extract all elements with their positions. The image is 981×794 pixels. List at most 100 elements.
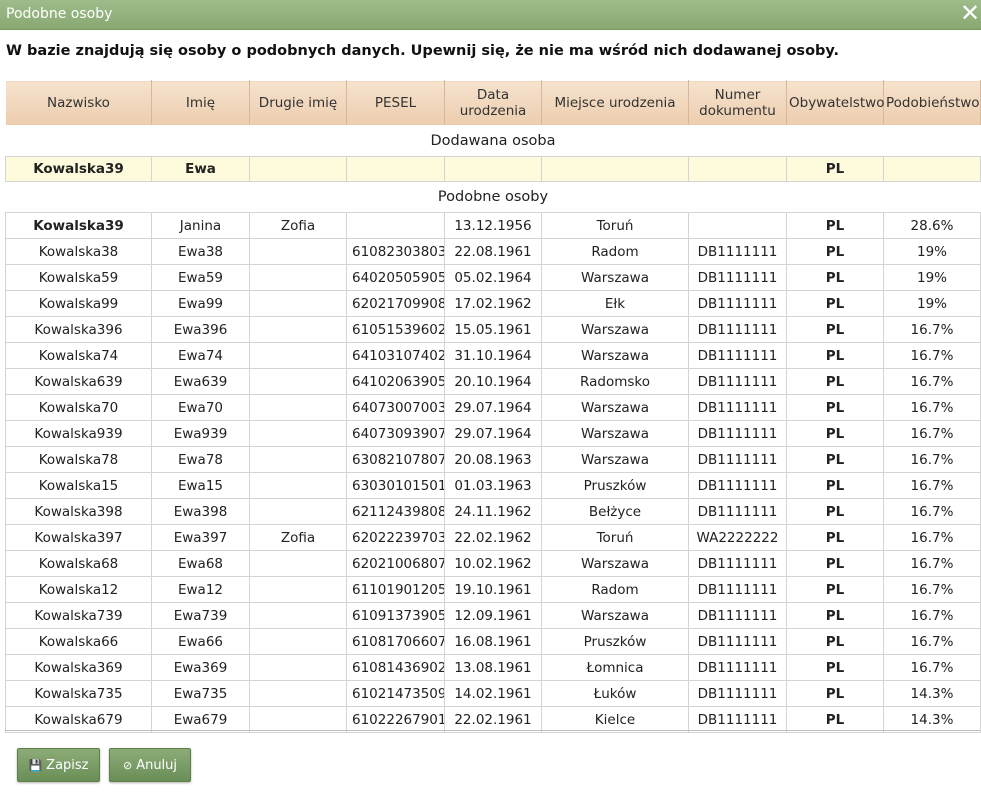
cell-birth-place: Bełżyce xyxy=(541,498,689,525)
table-row[interactable]: Kowalska369 Ewa369 61081436902 13.08.1961 Ło… xyxy=(5,654,981,681)
cell-pesel: 62021006807 xyxy=(346,550,445,577)
cell-pesel: 61021473509 xyxy=(346,680,445,707)
table-row[interactable]: Kowalska639 Ewa639 64102063905 20.10.1964 Ra… xyxy=(5,368,981,395)
column-header-surname[interactable]: Nazwisko xyxy=(5,80,152,126)
column-header-similarity[interactable]: Podobieństwo xyxy=(883,80,981,126)
table-row[interactable]: Kowalska59 Ewa59 64020505905 05.02.1964 Wars… xyxy=(5,264,981,291)
table-row[interactable]: Kowalska396 Ewa396 61051539602 15.05.1961 Wa… xyxy=(5,316,981,343)
table-row[interactable]: Kowalska78 Ewa78 63082107807 20.08.1963 Wars… xyxy=(5,446,981,473)
table-row[interactable]: Kowalska39 Janina Zofia 13.12.1956 Toruń PL 28… xyxy=(5,212,981,239)
cell-birth-date: 10.02.1962 xyxy=(444,550,542,577)
cell-birth-date: 20.08.1963 xyxy=(444,446,542,473)
cell-birth-place: Ełk xyxy=(541,290,689,317)
cell-birth-date: 31.10.1964 xyxy=(444,342,542,369)
table-row[interactable]: Kowalska739 Ewa739 61091373905 12.09.1961 Wa… xyxy=(5,602,981,629)
cell-birth-place: Warszawa xyxy=(541,316,689,343)
cell-surname: Kowalska939 xyxy=(5,420,152,447)
table-row[interactable]: Kowalska679 Ewa679 61022267901 22.02.1961 Ki… xyxy=(5,706,981,733)
column-header-second-name[interactable]: Drugie imię xyxy=(249,80,347,126)
cell-surname: Kowalska369 xyxy=(5,654,152,681)
divider xyxy=(5,730,980,731)
cell-similarity: 16.7% xyxy=(883,550,981,577)
cell-document-number xyxy=(688,212,787,239)
column-header-document-number[interactable]: Numer dokumentu xyxy=(688,80,787,126)
table-row[interactable]: Kowalska99 Ewa99 62021709908 17.02.1962 Ełk D… xyxy=(5,290,981,317)
cell-citizenship: PL xyxy=(786,524,884,551)
cell-pesel: 61082303803 xyxy=(346,238,445,265)
cell-similarity: 16.7% xyxy=(883,446,981,473)
ban-icon: ⊘ xyxy=(122,758,133,772)
cell-pesel xyxy=(346,156,445,182)
cell-similarity: 16.7% xyxy=(883,316,981,343)
cell-second-name xyxy=(249,316,347,343)
column-header-birth-place[interactable]: Miejsce urodzenia xyxy=(541,80,689,126)
cell-surname: Kowalska39 xyxy=(5,212,152,239)
section-header-added: Dodawana osoba xyxy=(5,125,981,157)
cell-citizenship: PL xyxy=(786,680,884,707)
cell-birth-place: Toruń xyxy=(541,524,689,551)
cell-birth-date: 16.08.1961 xyxy=(444,628,542,655)
cell-second-name xyxy=(249,576,347,603)
column-header-pesel[interactable]: PESEL xyxy=(346,80,445,126)
cell-similarity: 16.7% xyxy=(883,472,981,499)
cell-first-name: Ewa59 xyxy=(151,264,250,291)
save-button[interactable]: 💾 Zapisz xyxy=(17,748,100,782)
section-header-similar: Podobne osoby xyxy=(5,181,981,213)
table-row[interactable]: Kowalska68 Ewa68 62021006807 10.02.1962 Wars… xyxy=(5,550,981,577)
table-row[interactable]: Kowalska939 Ewa939 64073093907 29.07.1964 Wa… xyxy=(5,420,981,447)
cell-surname: Kowalska39 xyxy=(5,156,152,182)
cell-second-name: Zofia xyxy=(249,524,347,551)
cell-surname: Kowalska59 xyxy=(5,264,152,291)
cell-birth-place: Warszawa xyxy=(541,394,689,421)
cell-first-name: Ewa396 xyxy=(151,316,250,343)
column-header-first-name[interactable]: Imię xyxy=(151,80,250,126)
table-row[interactable]: Kowalska397 Ewa397 Zofia 62022239703 22.02.1… xyxy=(5,524,981,551)
cell-surname: Kowalska38 xyxy=(5,238,152,265)
table-row[interactable]: Kowalska38 Ewa38 61082303803 22.08.1961 Rado… xyxy=(5,238,981,265)
cell-birth-date: 12.09.1961 xyxy=(444,602,542,629)
table-row[interactable]: Kowalska74 Ewa74 64103107402 31.10.1964 Wars… xyxy=(5,342,981,369)
table-row[interactable]: Kowalska398 Ewa398 62112439808 24.11.1962 Be… xyxy=(5,498,981,525)
table-row[interactable]: Kowalska15 Ewa15 63030101501 01.03.1963 Prus… xyxy=(5,472,981,499)
cell-document-number: WA2222222 xyxy=(688,524,787,551)
cell-birth-date: 13.08.1961 xyxy=(444,654,542,681)
cell-first-name: Ewa739 xyxy=(151,602,250,629)
cell-document-number: DB1111111 xyxy=(688,706,787,733)
cell-first-name: Ewa939 xyxy=(151,420,250,447)
cell-document-number: DB1111111 xyxy=(688,290,787,317)
cell-document-number: DB1111111 xyxy=(688,420,787,447)
cell-pesel: 64073093907 xyxy=(346,420,445,447)
cell-document-number xyxy=(688,156,787,182)
cell-first-name: Ewa397 xyxy=(151,524,250,551)
cancel-button[interactable]: ⊘ Anuluj xyxy=(109,748,191,782)
cell-surname: Kowalska74 xyxy=(5,342,152,369)
cancel-button-label: Anuluj xyxy=(136,757,178,773)
cell-birth-place: Łomnica xyxy=(541,654,689,681)
cell-citizenship: PL xyxy=(786,342,884,369)
table-row[interactable]: Kowalska735 Ewa735 61021473509 14.02.1961 Łu… xyxy=(5,680,981,707)
dialog-title: Podobne osoby xyxy=(6,6,113,22)
cell-citizenship: PL xyxy=(786,238,884,265)
table-row[interactable]: Kowalska66 Ewa66 61081706607 16.08.1961 Prus… xyxy=(5,628,981,655)
cell-pesel: 61081436902 xyxy=(346,654,445,681)
cell-surname: Kowalska639 xyxy=(5,368,152,395)
table-row[interactable]: Kowalska12 Ewa12 61101901205 19.10.1961 Rado… xyxy=(5,576,981,603)
cell-birth-date: 29.07.1964 xyxy=(444,420,542,447)
column-header-birth-date[interactable]: Data urodzenia xyxy=(444,80,542,126)
table-row[interactable]: Kowalska70 Ewa70 64073007003 29.07.1964 Wars… xyxy=(5,394,981,421)
cell-birth-place: Kielce xyxy=(541,706,689,733)
cell-surname: Kowalska679 xyxy=(5,706,152,733)
cell-pesel: 61022267901 xyxy=(346,706,445,733)
cell-first-name: Ewa68 xyxy=(151,550,250,577)
column-header-citizenship[interactable]: Obywatelstwo xyxy=(786,80,884,126)
cell-document-number: DB1111111 xyxy=(688,498,787,525)
cell-first-name: Ewa xyxy=(151,156,250,182)
cell-surname: Kowalska66 xyxy=(5,628,152,655)
cell-second-name xyxy=(249,706,347,733)
cell-first-name: Ewa66 xyxy=(151,628,250,655)
cell-citizenship: PL xyxy=(786,498,884,525)
added-person-row[interactable]: Kowalska39 Ewa PL xyxy=(5,156,981,182)
cell-similarity: 16.7% xyxy=(883,628,981,655)
cell-birth-place: Warszawa xyxy=(541,420,689,447)
close-icon[interactable]: ✕ xyxy=(959,1,981,25)
